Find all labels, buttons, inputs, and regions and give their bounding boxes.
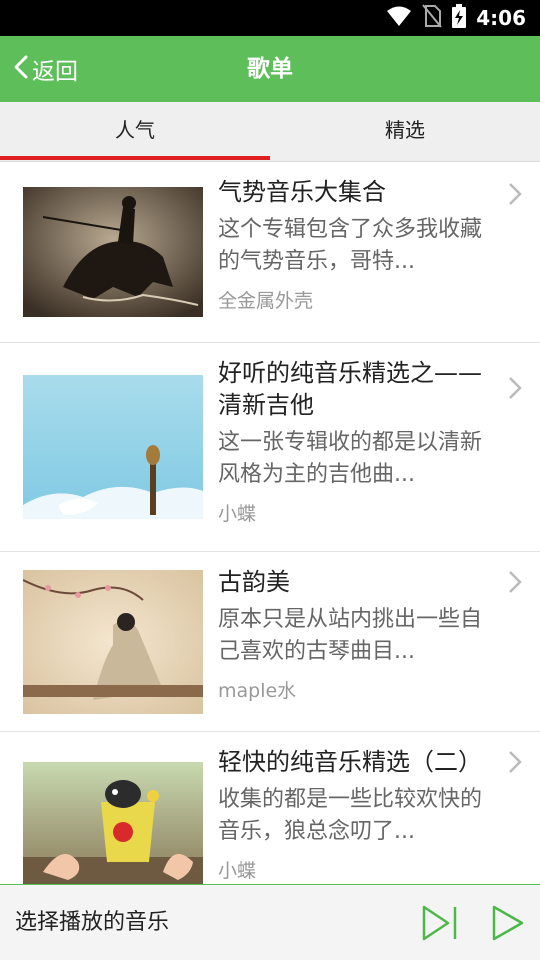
- chevron-right-icon: [508, 570, 522, 598]
- playlist-author: 全金属外壳: [218, 290, 314, 312]
- next-track-button[interactable]: [420, 903, 460, 943]
- back-button[interactable]: 返回: [14, 36, 78, 102]
- playlist-description: 原本只是从站内挑出一些自己喜欢的古琴曲目...: [218, 607, 483, 664]
- playlist-thumbnail: [23, 375, 203, 519]
- no-sim-icon: [422, 4, 443, 32]
- playlist-thumbnail: [23, 570, 203, 714]
- playlist-text: 好听的纯音乐精选之——清新吉他 这一张专辑收的都是以清新风格为主的吉他曲... …: [218, 357, 503, 526]
- wifi-icon: [386, 5, 412, 31]
- playlist-item[interactable]: 轻快的纯音乐精选（二） 收集的都是一些比较欢快的音乐，狼总念叨了... 小蝶: [0, 732, 540, 884]
- tab-indicator: [0, 156, 270, 160]
- playlist-text: 轻快的纯音乐精选（二） 收集的都是一些比较欢快的音乐，狼总念叨了... 小蝶: [218, 746, 503, 883]
- playlist-text: 古韵美 原本只是从站内挑出一些自己喜欢的古琴曲目... maple水: [218, 566, 503, 703]
- chevron-left-icon: [14, 55, 28, 83]
- playlist-author: 小蝶: [218, 503, 257, 525]
- playlist-thumbnail: [23, 762, 203, 884]
- status-time: 4:06: [476, 6, 526, 30]
- status-icons: 4:06: [386, 0, 526, 36]
- tab-popular[interactable]: 人气: [0, 102, 270, 162]
- playlist-author: 小蝶: [218, 860, 257, 882]
- playlist-text: 气势音乐大集合 这个专辑包含了众多我收藏的气势音乐，哥特... 全金属外壳: [218, 176, 503, 313]
- playlist-list[interactable]: 气势音乐大集合 这个专辑包含了众多我收藏的气势音乐，哥特... 全金属外壳 好听…: [0, 162, 540, 884]
- tab-featured[interactable]: 精选: [270, 102, 540, 162]
- back-label: 返回: [32, 59, 78, 85]
- chevron-right-icon: [508, 182, 522, 210]
- playlist-title: 气势音乐大集合: [218, 178, 386, 206]
- playlist-author: maple水: [218, 680, 297, 702]
- player-label: 选择播放的音乐: [15, 910, 170, 935]
- playlist-description: 这个专辑包含了众多我收藏的气势音乐，哥特...: [218, 217, 483, 274]
- playlist-thumbnail: [23, 187, 203, 317]
- play-icon: [490, 905, 526, 947]
- chevron-right-icon: [508, 750, 522, 778]
- playlist-title: 古韵美: [218, 568, 290, 596]
- tab-bar: 人气 精选: [0, 102, 540, 162]
- status-bar: 4:06: [0, 0, 540, 36]
- chevron-right-icon: [508, 376, 522, 404]
- app-bar: 歌单 返回: [0, 36, 540, 102]
- playlist-item[interactable]: 古韵美 原本只是从站内挑出一些自己喜欢的古琴曲目... maple水: [0, 552, 540, 732]
- playlist-item[interactable]: 气势音乐大集合 这个专辑包含了众多我收藏的气势音乐，哥特... 全金属外壳: [0, 162, 540, 343]
- page-title: 歌单: [247, 56, 293, 82]
- playlist-title: 轻快的纯音乐精选（二）: [218, 748, 482, 776]
- skip-next-icon: [420, 905, 460, 947]
- playlist-item[interactable]: 好听的纯音乐精选之——清新吉他 这一张专辑收的都是以清新风格为主的吉他曲... …: [0, 343, 540, 552]
- play-button[interactable]: [490, 903, 526, 943]
- battery-charging-icon: [452, 4, 467, 32]
- player-bar: 选择播放的音乐: [0, 884, 540, 960]
- playlist-description: 这一张专辑收的都是以清新风格为主的吉他曲...: [218, 430, 483, 487]
- playlist-title: 好听的纯音乐精选之——清新吉他: [218, 359, 482, 419]
- playlist-description: 收集的都是一些比较欢快的音乐，狼总念叨了...: [218, 787, 483, 844]
